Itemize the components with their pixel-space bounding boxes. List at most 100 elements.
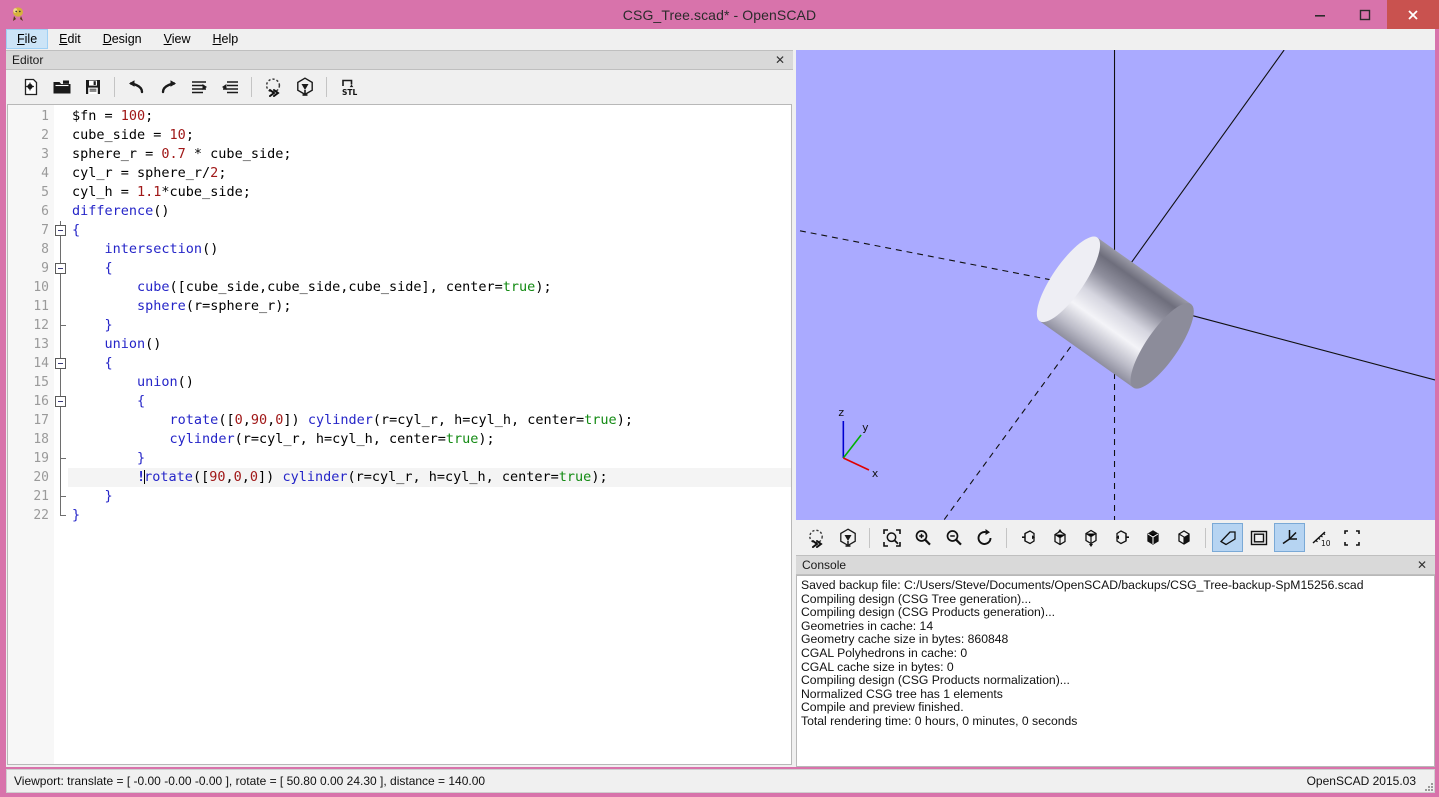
redo-icon[interactable] [152, 73, 183, 101]
code-token-plain: *cube_side; [161, 184, 250, 200]
indent-icon[interactable] [214, 73, 245, 101]
code-editor[interactable]: 12345678910111213141516171819202122 $fn … [7, 104, 792, 765]
render-icon[interactable] [289, 73, 320, 101]
editor-dock-titlebar: Editor ✕ [6, 50, 793, 70]
code-line[interactable]: sphere_r = 0.7 * cube_side; [68, 145, 791, 164]
code-line[interactable]: { [68, 259, 791, 278]
editor-dock-close-icon[interactable]: ✕ [773, 53, 787, 67]
code-token-brace: { [72, 222, 80, 238]
code-token-plain: ); [535, 279, 551, 295]
fold-marker-box[interactable] [54, 392, 68, 411]
toolbar-separator [1006, 528, 1007, 548]
code-token-num: 0.7 [161, 146, 185, 162]
code-text-area[interactable]: $fn = 100;cube_side = 10;sphere_r = 0.7 … [68, 105, 791, 764]
openscad-main-window: CSG_Tree.scad* - OpenSCAD FileEditDesign… [0, 0, 1439, 797]
code-token-kw: intersection [105, 241, 203, 257]
code-line[interactable]: { [68, 392, 791, 411]
fold-collapse-icon[interactable] [55, 225, 66, 236]
menu-file[interactable]: File [6, 29, 48, 49]
console-dock: Console ✕ Saved backup file: C:/Users/St… [796, 555, 1435, 767]
view-top-icon[interactable] [1044, 523, 1075, 552]
view-left-icon[interactable] [1106, 523, 1137, 552]
code-token-num: 10 [170, 127, 186, 143]
line-number: 21 [8, 487, 54, 506]
code-line[interactable]: cyl_h = 1.1*cube_side; [68, 183, 791, 202]
fold-marker-box[interactable] [54, 221, 68, 240]
menu-edit[interactable]: Edit [48, 29, 92, 49]
code-line[interactable]: } [68, 487, 791, 506]
fold-collapse-icon[interactable] [55, 263, 66, 274]
preview-icon[interactable] [258, 73, 289, 101]
code-fold-column[interactable] [54, 105, 68, 764]
unindent-icon[interactable] [183, 73, 214, 101]
code-token-plain: ; [145, 108, 153, 124]
code-line[interactable]: } [68, 316, 791, 335]
view-back-icon[interactable] [1168, 523, 1199, 552]
code-token-brace: { [105, 355, 113, 371]
toolbar-separator [114, 77, 115, 97]
code-line[interactable]: union() [68, 373, 791, 392]
view-front-icon[interactable] [1137, 523, 1168, 552]
preview-icon[interactable] [801, 523, 832, 552]
code-line[interactable]: } [68, 449, 791, 468]
menu-view[interactable]: View [153, 29, 202, 49]
fold-collapse-icon[interactable] [55, 358, 66, 369]
menu-design[interactable]: Design [92, 29, 153, 49]
3d-viewport[interactable]: z y x [796, 50, 1435, 520]
undo-icon[interactable] [121, 73, 152, 101]
code-line[interactable]: rotate([0,90,0]) cylinder(r=cyl_r, h=cyl… [68, 411, 791, 430]
code-token-kw: union [137, 374, 178, 390]
fold-collapse-icon[interactable] [55, 396, 66, 407]
fold-marker-line [54, 468, 68, 487]
code-token-bool: true [584, 412, 617, 428]
code-line[interactable]: cyl_r = sphere_r/2; [68, 164, 791, 183]
code-line[interactable]: { [68, 221, 791, 240]
code-line[interactable]: difference() [68, 202, 791, 221]
view-right-icon[interactable] [1013, 523, 1044, 552]
show-axes-icon[interactable] [1274, 523, 1305, 552]
minimize-button[interactable] [1297, 0, 1342, 29]
zoom-out-icon[interactable] [938, 523, 969, 552]
code-line[interactable]: { [68, 354, 791, 373]
code-token-plain: () [153, 203, 169, 219]
fold-marker-box[interactable] [54, 354, 68, 373]
save-file-icon[interactable] [77, 73, 108, 101]
close-button[interactable] [1387, 0, 1439, 29]
show-edges-icon[interactable] [1336, 523, 1367, 552]
open-file-icon[interactable] [46, 73, 77, 101]
code-line[interactable]: union() [68, 335, 791, 354]
fold-marker-box[interactable] [54, 259, 68, 278]
console-dock-close-icon[interactable]: ✕ [1415, 558, 1429, 572]
code-line[interactable]: !rotate([90,0,0]) cylinder(r=cyl_r, h=cy… [68, 468, 791, 487]
code-token-plain [72, 279, 137, 295]
code-line[interactable]: $fn = 100; [68, 107, 791, 126]
code-line[interactable]: intersection() [68, 240, 791, 259]
code-token-plain: ); [478, 431, 494, 447]
reset-view-icon[interactable] [969, 523, 1000, 552]
view-bottom-icon[interactable] [1075, 523, 1106, 552]
console-output[interactable]: Saved backup file: C:/Users/Steve/Docume… [796, 575, 1435, 767]
code-token-plain: () [145, 336, 161, 352]
resize-grip[interactable] [1424, 781, 1434, 791]
view-all-icon[interactable] [876, 523, 907, 552]
line-number: 12 [8, 316, 54, 335]
console-line: Normalized CSG tree has 1 elements [801, 688, 1430, 702]
maximize-button[interactable] [1342, 0, 1387, 29]
show-scale-markers-icon[interactable]: 10 [1305, 523, 1336, 552]
export-stl-icon[interactable]: STL [333, 73, 364, 101]
code-token-plain: * cube_side; [186, 146, 292, 162]
orthogonal-icon[interactable] [1243, 523, 1274, 552]
code-line[interactable]: } [68, 506, 791, 525]
code-line[interactable]: cylinder(r=cyl_r, h=cyl_h, center=true); [68, 430, 791, 449]
fold-marker-tick [54, 316, 68, 335]
render-icon[interactable] [832, 523, 863, 552]
zoom-in-icon[interactable] [907, 523, 938, 552]
line-number: 8 [8, 240, 54, 259]
code-line[interactable]: cube_side = 10; [68, 126, 791, 145]
code-line[interactable]: cube([cube_side,cube_side,cube_side], ce… [68, 278, 791, 297]
code-line[interactable]: sphere(r=sphere_r); [68, 297, 791, 316]
menu-help[interactable]: Help [202, 29, 250, 49]
perspective-icon[interactable] [1212, 523, 1243, 552]
new-file-icon[interactable] [15, 73, 46, 101]
toolbar-separator [326, 77, 327, 97]
